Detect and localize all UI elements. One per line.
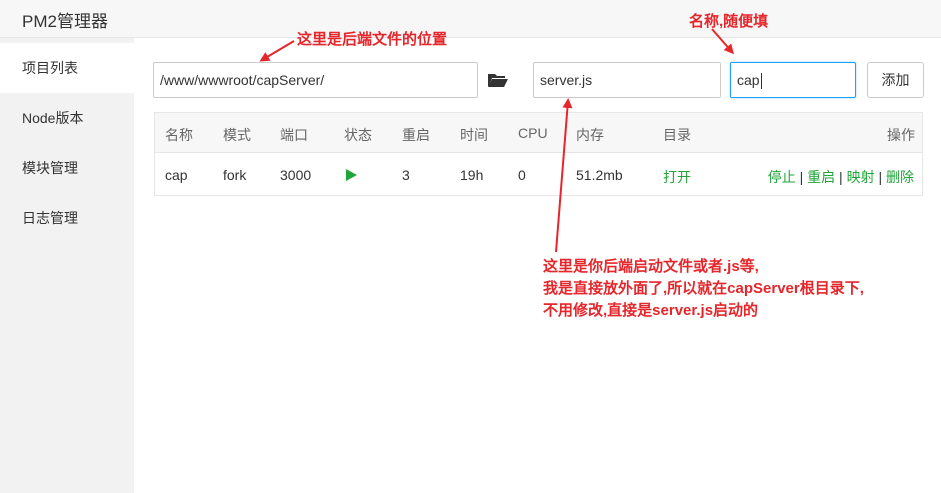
header-operations: 操作 bbox=[887, 127, 915, 143]
table-header-row: 名称 模式 端口 状态 重启 时间 CPU 内存 目录 操作 bbox=[155, 113, 922, 153]
window-titlebar: PM2管理器 bbox=[0, 0, 941, 38]
header-cpu: CPU bbox=[518, 125, 548, 141]
project-name-input[interactable]: cap bbox=[730, 62, 856, 98]
restart-link[interactable]: 重启 bbox=[807, 169, 835, 185]
project-name-value: cap bbox=[737, 72, 760, 88]
cell-restarts: 3 bbox=[402, 167, 410, 183]
annotation-path-note: 这里是后端文件的位置 bbox=[297, 31, 448, 48]
cell-cpu: 0 bbox=[518, 167, 526, 183]
op-separator: | bbox=[874, 169, 886, 185]
op-separator: | bbox=[795, 169, 808, 185]
annotation-script-line-3: 不用修改,直接是server.js启动的 bbox=[543, 302, 759, 319]
op-separator: | bbox=[835, 169, 847, 185]
table-row: cap fork 3000 3 19h 0 51.2mb 打开 停止 | 重启 … bbox=[155, 154, 922, 196]
header-memory: 内存 bbox=[576, 127, 604, 143]
header-directory: 目录 bbox=[663, 127, 691, 143]
header-status: 状态 bbox=[344, 127, 372, 143]
play-icon[interactable] bbox=[346, 169, 357, 181]
operations-cell: 停止 | 重启 | 映射 | 删除 bbox=[768, 167, 914, 187]
text-cursor bbox=[760, 73, 762, 90]
add-button[interactable]: 添加 bbox=[867, 62, 924, 98]
header-port: 端口 bbox=[280, 127, 308, 143]
annotation-script-line-1: 这里是你后端启动文件或者.js等, bbox=[543, 258, 759, 275]
project-path-input[interactable]: /www/wwwroot/capServer/ bbox=[153, 62, 478, 98]
process-table: 名称 模式 端口 状态 重启 时间 CPU 内存 目录 操作 cap fork … bbox=[154, 112, 923, 196]
cell-memory: 51.2mb bbox=[576, 167, 623, 183]
stop-link[interactable]: 停止 bbox=[768, 169, 796, 185]
sidebar-item-log-management[interactable]: 日志管理 bbox=[0, 193, 134, 243]
delete-link[interactable]: 删除 bbox=[886, 169, 914, 185]
header-name: 名称 bbox=[165, 127, 193, 143]
header-mode: 模式 bbox=[223, 127, 251, 143]
window-title: PM2管理器 bbox=[22, 12, 108, 31]
annotation-name-note: 名称,随便填 bbox=[689, 13, 769, 30]
cell-mode: fork bbox=[223, 167, 247, 183]
sidebar-item-node-version[interactable]: Node版本 bbox=[0, 93, 134, 143]
open-directory-link[interactable]: 打开 bbox=[663, 167, 691, 187]
sidebar-item-project-list[interactable]: 项目列表 bbox=[0, 43, 134, 93]
cell-uptime: 19h bbox=[460, 167, 484, 183]
header-uptime: 时间 bbox=[460, 127, 488, 143]
folder-open-icon[interactable] bbox=[486, 68, 510, 92]
header-restarts: 重启 bbox=[402, 127, 430, 143]
cell-port: 3000 bbox=[280, 167, 312, 183]
sidebar-item-module-management[interactable]: 模块管理 bbox=[0, 143, 134, 193]
annotation-script-line-2: 我是直接放外面了,所以就在capServer根目录下, bbox=[543, 280, 864, 297]
map-link[interactable]: 映射 bbox=[847, 169, 875, 185]
cell-name: cap bbox=[165, 167, 188, 183]
annotation-script-note: 这里是你后端启动文件或者.js等, 我是直接放外面了,所以就在capServer… bbox=[543, 256, 864, 322]
sidebar: 项目列表 Node版本 模块管理 日志管理 bbox=[0, 38, 134, 493]
startup-file-input[interactable]: server.js bbox=[533, 62, 721, 98]
